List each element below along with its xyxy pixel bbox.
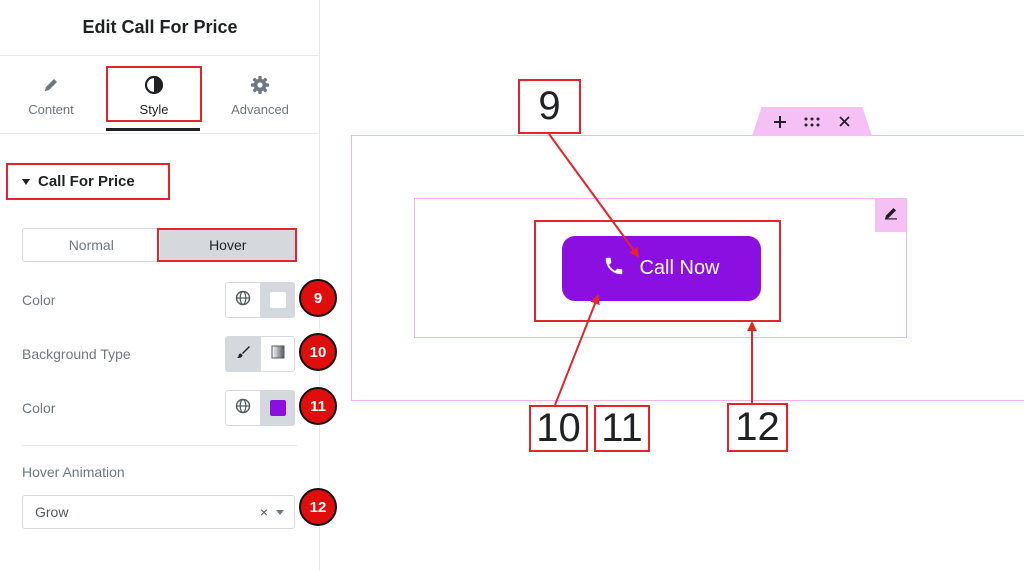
tab-content-label: Content bbox=[28, 101, 74, 117]
step-badge-11: 11 bbox=[299, 387, 337, 425]
tab-advanced[interactable]: Advanced bbox=[218, 56, 302, 134]
drag-handle-icon[interactable] bbox=[803, 112, 821, 132]
background-color-swatch bbox=[269, 400, 286, 416]
chevron-down-icon bbox=[276, 509, 284, 515]
background-color-picker-button[interactable] bbox=[260, 391, 294, 425]
contrast-icon bbox=[144, 74, 164, 96]
section-toggle-call-for-price[interactable]: Call For Price bbox=[6, 163, 170, 200]
state-tab-normal[interactable]: Normal bbox=[23, 229, 160, 261]
color-swatch bbox=[269, 292, 286, 308]
pencil-icon bbox=[42, 74, 60, 96]
section-title: Call For Price bbox=[38, 173, 135, 190]
state-switch: Normal Hover bbox=[22, 228, 297, 262]
tab-content[interactable]: Content bbox=[10, 56, 92, 134]
color-picker-button[interactable] bbox=[260, 283, 294, 317]
section-handle bbox=[752, 107, 872, 136]
gradient-icon bbox=[271, 345, 285, 364]
tab-advanced-label: Advanced bbox=[231, 101, 289, 117]
clear-icon[interactable]: × bbox=[260, 504, 268, 520]
step-badge-10: 10 bbox=[299, 333, 337, 371]
background-classic-button[interactable] bbox=[226, 337, 260, 371]
phone-icon bbox=[603, 255, 625, 282]
tab-style-label: Style bbox=[139, 101, 169, 117]
background-type-label: Background Type bbox=[22, 346, 131, 362]
state-tab-hover[interactable]: Hover bbox=[159, 229, 296, 261]
globe-icon bbox=[235, 290, 251, 311]
panel-title: Edit Call For Price bbox=[82, 17, 238, 37]
hover-animation-label: Hover Animation bbox=[22, 464, 125, 480]
callout-9: 9 bbox=[518, 79, 581, 134]
background-color-label: Color bbox=[22, 400, 56, 416]
background-type-control bbox=[225, 336, 295, 372]
close-icon[interactable] bbox=[835, 112, 853, 132]
callout-10: 10 bbox=[529, 405, 588, 452]
color-label: Color bbox=[22, 292, 56, 308]
global-colors-button[interactable] bbox=[226, 283, 260, 317]
step-badge-12: 12 bbox=[299, 488, 337, 526]
widget-edit-button[interactable] bbox=[875, 199, 906, 232]
brush-icon bbox=[236, 345, 250, 364]
callout-11: 11 bbox=[594, 405, 650, 452]
panel-tabs: Content Style Advanced bbox=[0, 56, 320, 134]
step-badge-9: 9 bbox=[299, 279, 337, 317]
add-icon[interactable] bbox=[771, 112, 789, 132]
background-gradient-button[interactable] bbox=[260, 337, 294, 371]
background-color-control bbox=[225, 390, 295, 426]
call-now-label: Call Now bbox=[639, 257, 720, 279]
hover-animation-value: Grow bbox=[35, 504, 69, 520]
panel-header: Edit Call For Price bbox=[0, 0, 320, 56]
caret-down-icon bbox=[22, 178, 30, 185]
callout-12: 12 bbox=[727, 403, 788, 452]
tab-style-active-indicator bbox=[106, 128, 200, 131]
gear-icon bbox=[250, 74, 270, 96]
pencil-icon bbox=[884, 206, 898, 225]
global-colors-button[interactable] bbox=[226, 391, 260, 425]
hover-animation-select[interactable]: Grow × bbox=[22, 495, 295, 529]
tab-style[interactable]: Style bbox=[106, 56, 202, 134]
color-control bbox=[225, 282, 295, 318]
globe-icon bbox=[235, 398, 251, 419]
call-now-button[interactable]: Call Now bbox=[562, 236, 761, 301]
divider bbox=[22, 445, 297, 446]
